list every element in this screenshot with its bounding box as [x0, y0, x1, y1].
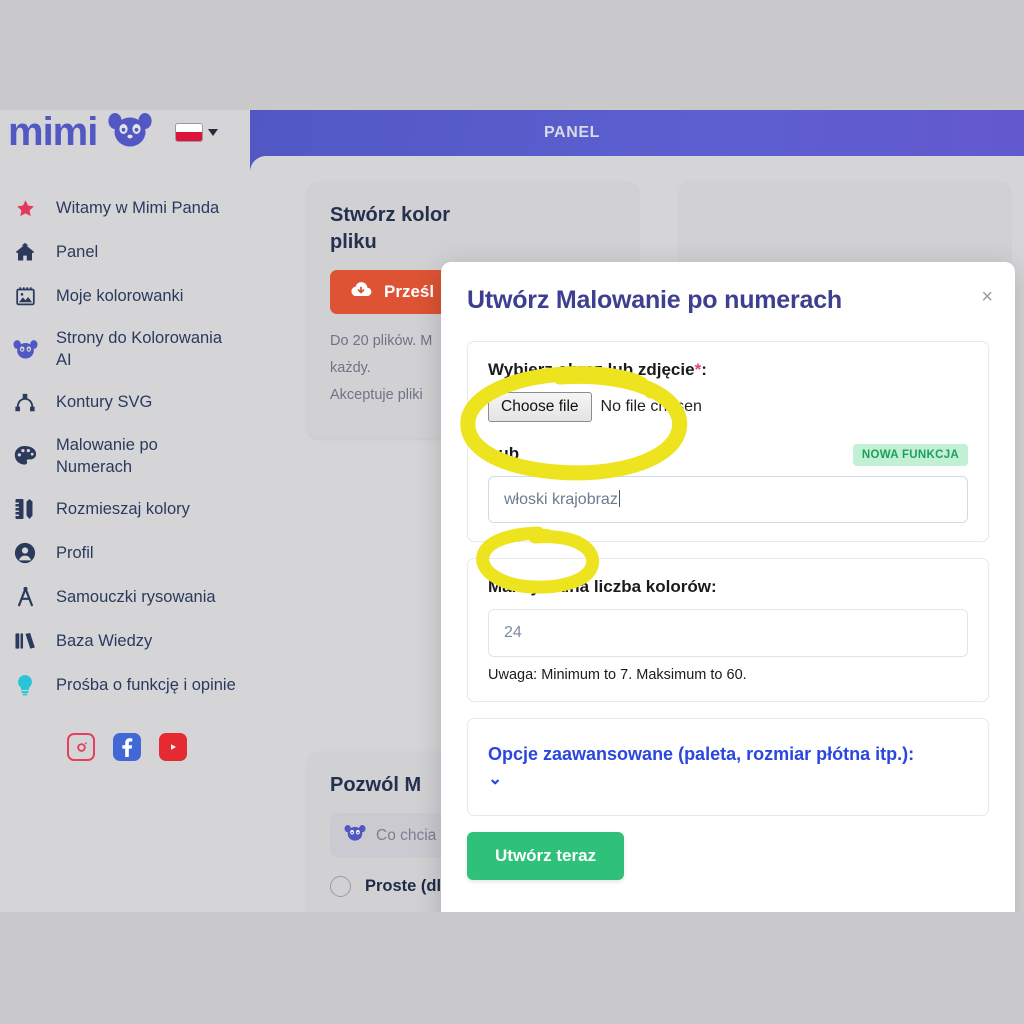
star-icon	[12, 195, 38, 221]
sidebar-item-label: Profil	[56, 543, 94, 562]
upload-heading-line2: pliku	[330, 231, 377, 253]
no-file-chosen-text: No file chosen	[600, 398, 702, 415]
home-icon	[12, 239, 38, 265]
new-feature-badge: NOWA FUNKCJA	[852, 444, 968, 466]
max-colors-input[interactable]: 24	[488, 609, 968, 657]
max-colors-hint: Uwaga: Minimum to 7. Maksimum to 60.	[488, 667, 747, 683]
modal-title: Utwórz Malowanie po numerach	[467, 286, 843, 314]
top-bar: PANEL	[250, 110, 1024, 156]
brand-logo: mimi	[8, 110, 98, 154]
screenshot-root: PANEL Stwórz kolor pliku Prześl Do 20 pl…	[0, 0, 1024, 1024]
prompt-label-row: Lub NOWA FUNKCJA	[488, 444, 968, 466]
brand-row[interactable]: mimi	[0, 110, 250, 152]
sidebar-nav: Witamy w Mimi Panda Panel Moje kolorowan…	[0, 186, 250, 762]
chevron-down-icon	[208, 128, 219, 136]
sidebar-item-svg-contours[interactable]: Kontury SVG	[0, 381, 250, 425]
sidebar-item-label: Baza Wiedzy	[56, 631, 153, 650]
panda-icon	[344, 825, 366, 846]
radio-simple-label: Proste (dl	[365, 877, 442, 895]
choose-image-label: Wybierz obraz lub zdjęcie*:	[488, 360, 968, 380]
upload-button-label: Prześl	[384, 282, 435, 301]
sidebar-item-label: Witamy w Mimi Panda	[56, 198, 220, 217]
max-colors-panel: Maksymalna liczba kolorów: 24 Uwaga: Min…	[467, 558, 989, 702]
language-selector[interactable]	[175, 122, 219, 142]
facebook-icon[interactable]	[113, 733, 141, 762]
advanced-options-link[interactable]: Opcje zaawansowane (paleta, rozmiar płót…	[488, 744, 914, 764]
user-circle-icon	[12, 540, 38, 566]
upload-heading-line1: Stwórz kolor	[330, 204, 451, 226]
max-colors-label: Maksymalna liczba kolorów:	[488, 577, 717, 596]
label-colon: :	[701, 360, 707, 379]
modal-header: Utwórz Malowanie po numerach ×	[441, 262, 1015, 329]
sidebar-item-label: Samouczki rysowania	[56, 587, 216, 606]
advanced-options-panel[interactable]: Opcje zaawansowane (paleta, rozmiar płót…	[467, 718, 989, 817]
sidebar-item-arrange-colors[interactable]: Rozmieszaj kolory	[0, 487, 250, 531]
palette-icon	[12, 443, 38, 469]
sidebar-item-label: Malowanie po Numerach	[56, 435, 158, 476]
modal-body: Wybierz obraz lub zdjęcie*: Choose file …	[441, 329, 1015, 881]
sidebar-item-knowledge-base[interactable]: Baza Wiedzy	[0, 619, 250, 663]
create-paint-by-numbers-modal: Utwórz Malowanie po numerach × Wybierz o…	[441, 262, 1015, 912]
choose-image-label-text: Wybierz obraz lub zdjęcie	[488, 360, 695, 379]
pen-nib-icon	[12, 390, 38, 416]
cloud-upload-icon	[350, 281, 372, 303]
sidebar-item-panel[interactable]: Panel	[0, 230, 250, 274]
panda-icon	[107, 112, 153, 152]
lightbulb-icon	[12, 672, 38, 698]
sidebar-item-ai-coloring-pages[interactable]: Strony do Kolorowania AI	[0, 318, 250, 381]
ai-prompt-placeholder: Co chcia	[376, 826, 437, 844]
radio-simple[interactable]	[330, 876, 351, 897]
sidebar-item-feature-request[interactable]: Prośba o funkcję i opinie	[0, 663, 250, 707]
text-cursor	[618, 490, 621, 507]
sidebar-item-label: Rozmieszaj kolory	[56, 499, 190, 518]
image-icon	[12, 283, 38, 309]
or-label: Lub	[488, 444, 520, 463]
poland-flag-icon	[175, 122, 204, 142]
sidebar-item-label: Moje kolorowanki	[56, 286, 184, 305]
page-title: PANEL	[543, 124, 601, 141]
sidebar-item-label: Panel	[56, 242, 99, 261]
upload-card-heading: Stwórz kolor pliku	[330, 202, 616, 256]
sidebar-item-my-coloring-pages[interactable]: Moje kolorowanki	[0, 274, 250, 318]
sidebar-item-label: Strony do Kolorowania AI	[56, 329, 223, 370]
youtube-icon[interactable]	[159, 733, 187, 762]
books-icon	[12, 628, 38, 654]
sidebar-item-paint-by-numbers[interactable]: Malowanie po Numerach	[0, 425, 250, 488]
ruler-pencil-icon	[12, 496, 38, 522]
sidebar-item-label: Prośba o funkcję i opinie	[56, 675, 236, 694]
application-window: PANEL Stwórz kolor pliku Prześl Do 20 pl…	[0, 110, 1024, 912]
sidebar-item-drawing-tutorials[interactable]: Samouczki rysowania	[0, 575, 250, 619]
panda-icon	[12, 336, 38, 362]
sidebar-item-profile[interactable]: Profil	[0, 531, 250, 575]
sidebar-item-label: Kontury SVG	[56, 393, 153, 412]
upload-button[interactable]: Prześl	[330, 270, 455, 314]
sidebar: mimi Witamy w Mimi Panda Panel Moje kolo…	[0, 110, 250, 912]
sidebar-item-welcome[interactable]: Witamy w Mimi Panda	[0, 186, 250, 230]
social-links	[0, 733, 250, 762]
choose-file-button[interactable]: Choose file	[488, 392, 592, 422]
prompt-input[interactable]: włoski krajobraz	[488, 476, 968, 523]
instagram-icon[interactable]	[67, 733, 95, 762]
chevron-down-icon[interactable]: ⌄	[488, 769, 968, 789]
file-input-row[interactable]: Choose file No file chosen	[488, 392, 968, 422]
close-icon[interactable]: ×	[981, 287, 993, 307]
image-source-panel: Wybierz obraz lub zdjęcie*: Choose file …	[467, 341, 989, 542]
create-now-button[interactable]: Utwórz teraz	[467, 832, 625, 881]
compass-icon	[12, 584, 38, 610]
prompt-input-value: włoski krajobraz	[504, 491, 618, 508]
